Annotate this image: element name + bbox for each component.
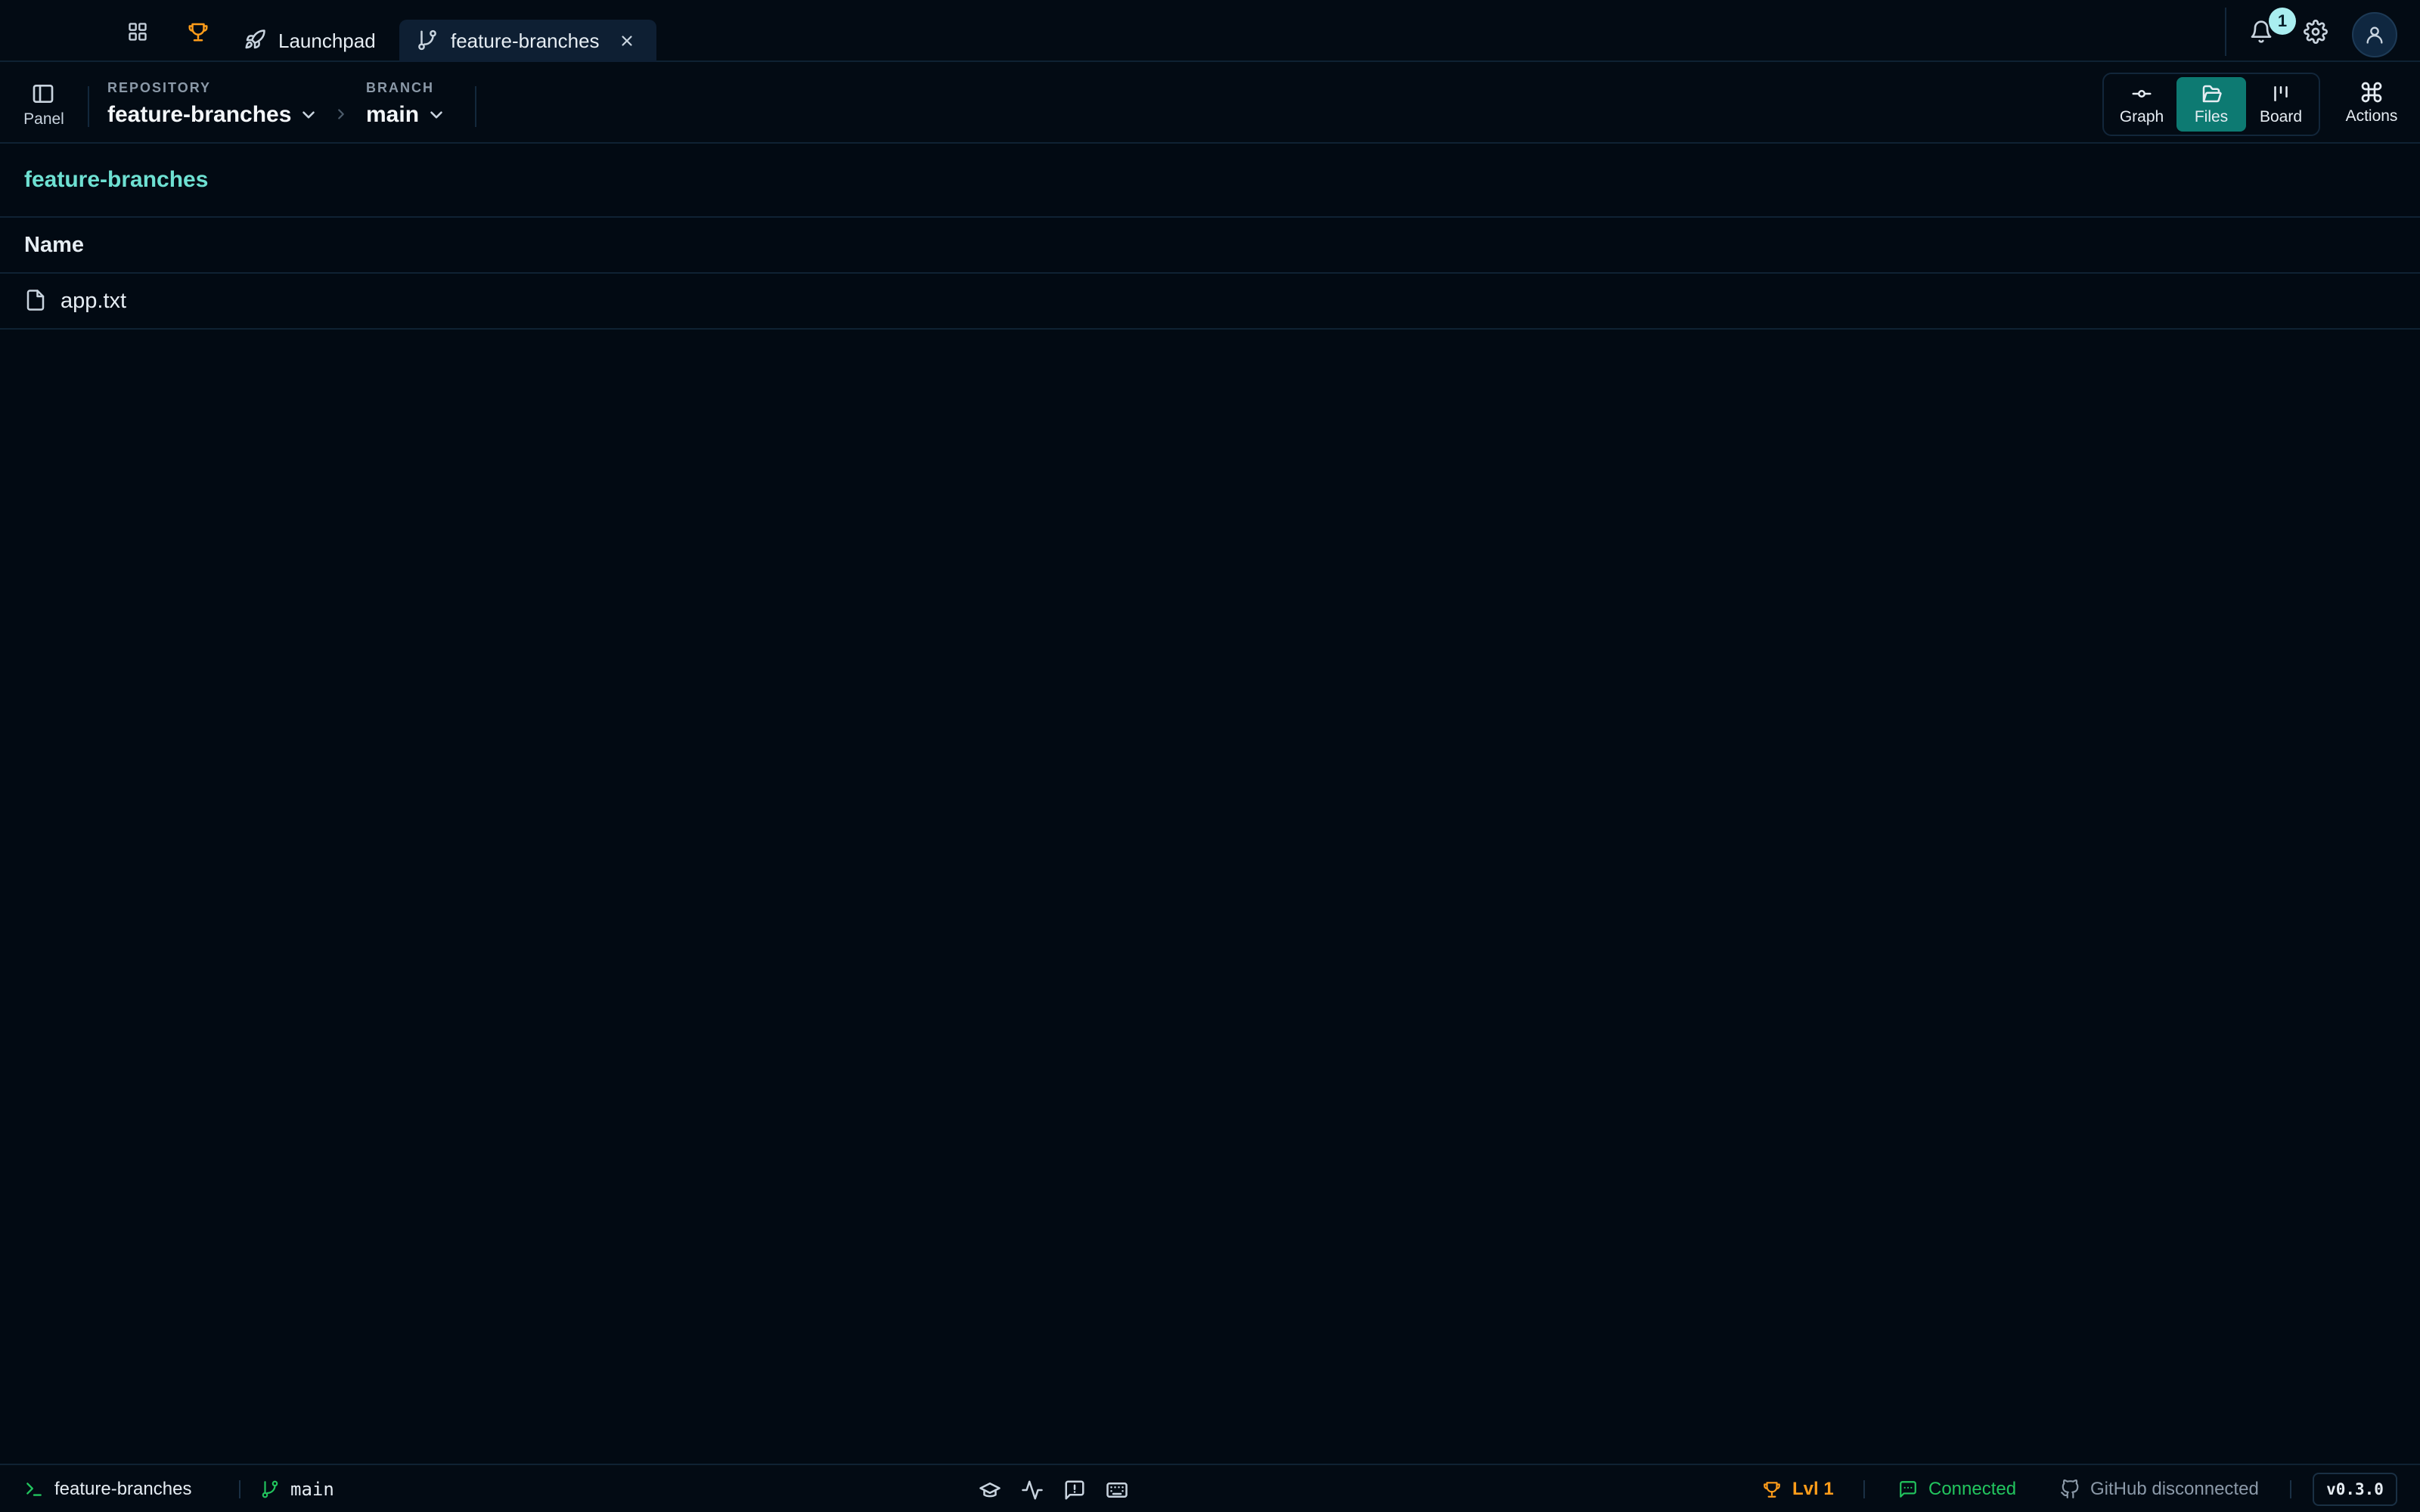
tab-feature-branches[interactable]: feature-branches [399,20,656,62]
branch-label: Branch [366,80,434,95]
repository-label: Repository [107,80,212,95]
graduation-cap-icon[interactable] [979,1479,1001,1501]
chevron-right-icon [333,106,349,122]
panel-button[interactable]: Panel [14,82,74,136]
user-icon [2366,26,2383,44]
commit-graph-icon [2130,82,2153,105]
tab-bar: Launchpad feature-branches 1 [0,0,2420,62]
rocket-icon [244,29,268,53]
column-header-name[interactable]: Name [24,233,84,258]
chevron-down-icon [299,105,318,125]
divider [1863,1480,1865,1498]
grid-icon[interactable] [123,17,153,47]
status-level[interactable]: Lvl 1 [1762,1465,1834,1512]
status-connection-label: Connected [1928,1479,2017,1499]
view-graph-label: Graph [2119,108,2164,125]
github-icon [2060,1479,2080,1499]
gear-icon[interactable] [2304,20,2337,50]
toolbar: Panel Repository feature-branches Branch… [0,62,2420,144]
status-branch[interactable]: main [260,1465,334,1512]
status-level-label: Lvl 1 [1792,1479,1834,1499]
divider [88,86,89,127]
status-connection[interactable]: Connected [1898,1465,2016,1512]
feedback-icon[interactable] [1063,1479,1086,1501]
git-branch-icon [260,1479,280,1499]
branch-selector[interactable]: Branch main [366,80,446,128]
repository-selector[interactable]: Repository feature-branches [107,80,318,128]
sidebar-icon [31,82,57,107]
status-branch-label: main [290,1479,334,1500]
activity-icon[interactable] [1021,1479,1044,1501]
table-header: Name [0,218,2420,274]
chevron-down-icon [427,105,446,125]
tab-label: feature-branches [451,29,600,52]
view-board-button[interactable]: Board [2246,77,2316,132]
divider [2225,8,2226,56]
view-files-button[interactable]: Files [2176,77,2246,132]
status-github-label: GitHub disconnected [2090,1479,2259,1499]
tab-label: Launchpad [278,29,376,52]
message-icon [1898,1479,1918,1499]
git-branch-icon [416,29,440,53]
view-switcher: Graph Files Board [2102,73,2320,136]
divider [239,1480,240,1498]
file-name: app.txt [60,288,127,313]
board-icon [2270,82,2292,105]
folder-open-icon [2200,82,2223,105]
panel-label: Panel [23,110,64,128]
version-badge: v0.3.0 [2313,1473,2397,1506]
table-row[interactable]: app.txt [0,274,2420,330]
tab-launchpad[interactable]: Launchpad [244,20,376,62]
command-icon [2360,80,2384,104]
divider [475,86,476,127]
actions-button[interactable]: Actions [2334,80,2409,135]
close-icon[interactable] [616,30,638,51]
breadcrumb: feature-branches [0,144,2420,218]
view-board-label: Board [2259,108,2303,125]
notification-badge: 1 [2269,8,2296,35]
status-github[interactable]: GitHub disconnected [2060,1465,2259,1512]
view-files-label: Files [2194,108,2229,125]
status-repo-label: feature-branches [54,1479,192,1499]
status-repo[interactable]: feature-branches [24,1465,191,1512]
actions-label: Actions [2345,107,2398,125]
view-graph-button[interactable]: Graph [2107,77,2176,132]
status-bar: feature-branches main Lvl 1 Connected Gi… [0,1464,2420,1512]
terminal-icon [24,1479,44,1499]
trophy-icon[interactable] [183,17,213,47]
file-icon [24,289,48,313]
divider [2290,1480,2291,1498]
repository-name: feature-branches [107,102,292,127]
avatar[interactable] [2352,12,2397,57]
keyboard-icon[interactable] [1106,1479,1128,1501]
breadcrumb-root-link[interactable]: feature-branches [24,167,208,193]
trophy-icon [1762,1479,1782,1499]
branch-name: main [366,102,420,127]
